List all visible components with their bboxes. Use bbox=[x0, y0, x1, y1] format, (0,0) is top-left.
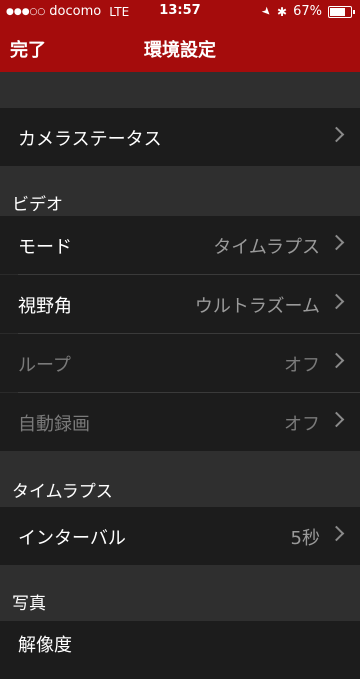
chevron-right-icon bbox=[328, 234, 345, 251]
section-header-video: ビデオ bbox=[0, 166, 360, 216]
field-of-view-label: 視野角 bbox=[18, 296, 72, 317]
section-header-timelapse: タイムラプス bbox=[0, 451, 360, 507]
status-bar: ●●●○○ docomo LTE 13:57 ➤ ✱ 67% bbox=[0, 0, 360, 24]
battery-fill bbox=[330, 7, 345, 16]
auto-record-label: 自動録画 bbox=[18, 414, 90, 435]
field-of-view-value: ウルトラズーム bbox=[194, 296, 320, 317]
loop-label: ループ bbox=[18, 355, 71, 376]
battery-icon bbox=[328, 5, 355, 18]
chevron-right-icon bbox=[328, 293, 345, 310]
photo-header-label: 写真 bbox=[12, 594, 46, 614]
interval-value: 5秒 bbox=[290, 528, 320, 549]
page-title: 環境設定 bbox=[144, 40, 216, 61]
video-mode-row[interactable]: モード タイムラプス bbox=[0, 216, 360, 274]
chevron-right-icon bbox=[328, 126, 345, 143]
mode-label: モード bbox=[18, 237, 72, 258]
battery-percent: 67% bbox=[293, 4, 322, 19]
location-arrow-icon: ➤ bbox=[258, 3, 275, 20]
loop-value: オフ bbox=[284, 355, 320, 376]
status-right: ➤ ✱ 67% bbox=[258, 3, 355, 20]
field-of-view-row[interactable]: 視野角 ウルトラズーム bbox=[0, 275, 360, 333]
camera-status-label: カメラステータス bbox=[18, 129, 162, 150]
resolution-label: 解像度 bbox=[18, 635, 72, 656]
loop-row[interactable]: ループ オフ bbox=[0, 334, 360, 392]
chevron-right-icon bbox=[328, 352, 345, 369]
photo-resolution-row[interactable]: 解像度 bbox=[0, 621, 360, 679]
auto-record-row[interactable]: 自動録画 オフ bbox=[0, 393, 360, 451]
video-header-label: ビデオ bbox=[12, 195, 63, 215]
timelapse-header-label: タイムラプス bbox=[12, 482, 113, 502]
interval-label: インターバル bbox=[18, 528, 126, 549]
interval-row[interactable]: インターバル 5秒 bbox=[0, 507, 360, 565]
section-header-photo: 写真 bbox=[0, 565, 360, 621]
navigation-bar: 完了 環境設定 bbox=[0, 24, 360, 72]
chevron-right-icon bbox=[328, 525, 345, 542]
camera-status-row[interactable]: カメラステータス bbox=[0, 108, 360, 166]
bluetooth-icon: ✱ bbox=[277, 4, 288, 19]
top-spacer bbox=[0, 72, 360, 108]
chevron-right-icon bbox=[328, 411, 345, 428]
auto-record-value: オフ bbox=[284, 414, 320, 435]
mode-value: タイムラプス bbox=[213, 237, 320, 258]
